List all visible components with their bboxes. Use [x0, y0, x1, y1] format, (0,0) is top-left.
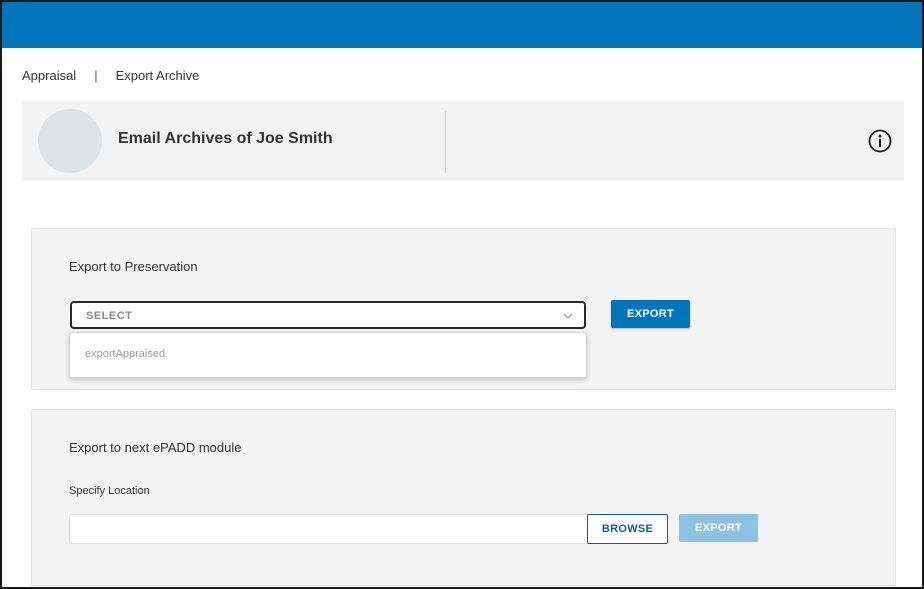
info-icon[interactable] — [868, 129, 892, 153]
chevron-down-icon — [562, 309, 574, 321]
archive-header: Email Archives of Joe Smith — [22, 101, 904, 181]
breadcrumb: Appraisal | Export Archive — [22, 68, 199, 83]
select-value: SELECT — [86, 310, 133, 322]
app-window: Appraisal | Export Archive Email Archive… — [0, 0, 924, 589]
next-module-heading: Export to next ePADD module — [69, 440, 242, 455]
breadcrumb-appraisal[interactable]: Appraisal — [22, 68, 76, 83]
breadcrumb-export-archive[interactable]: Export Archive — [116, 68, 200, 83]
top-navigation-bar — [2, 2, 922, 48]
select-dropdown-menu: exportAppraised — [69, 332, 587, 378]
breadcrumb-separator: | — [94, 68, 98, 83]
preservation-heading: Export to Preservation — [69, 259, 198, 274]
export-preservation-button[interactable]: EXPORT — [611, 300, 690, 328]
export-to-next-module-panel: Export to next ePADD module Specify Loca… — [31, 409, 896, 586]
preservation-select[interactable]: SELECT — [70, 301, 586, 329]
page-title: Email Archives of Joe Smith — [118, 130, 333, 147]
location-input[interactable] — [69, 514, 587, 544]
avatar — [38, 109, 102, 173]
export-to-preservation-panel: Export to Preservation SELECT EXPORT exp… — [31, 228, 896, 390]
specify-location-label: Specify Location — [69, 485, 150, 497]
browse-button[interactable]: BROWSE — [587, 514, 668, 544]
dropdown-option-export-appraised[interactable]: exportAppraised — [85, 348, 165, 360]
header-divider — [445, 111, 446, 173]
export-next-module-button[interactable]: EXPORT — [679, 514, 758, 542]
